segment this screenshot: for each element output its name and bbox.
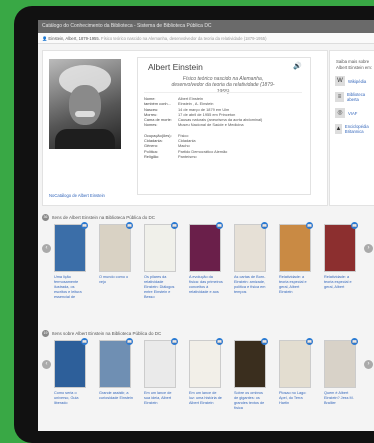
book-item[interactable]: 📖 Relatividade: a teoria especial e geral…: [279, 222, 313, 295]
book-cover[interactable]: 📖: [234, 222, 268, 272]
viaf-icon: ◎: [335, 108, 345, 119]
prev-arrow-icon[interactable]: ‹: [42, 360, 51, 369]
book-caption[interactable]: Em um lance de luz: uma história de Albe…: [189, 391, 223, 406]
britannica-link[interactable]: ▲ Enciclopédia Britannica: [335, 124, 374, 135]
book-caption[interactable]: O mundo como o vejo: [99, 275, 133, 285]
book-cover[interactable]: 📖: [99, 338, 133, 388]
carousel-title: Itens sobre Albert Einstein na Bibliotec…: [52, 330, 162, 336]
book-format-icon: 📖: [306, 338, 313, 345]
person-name: Albert Einstein: [148, 62, 203, 72]
book-format-icon: 📖: [171, 222, 178, 229]
breadcrumb-person[interactable]: Einstein, Albert, 1879-1955.: [48, 36, 99, 41]
book-item[interactable]: 📖 Quem é Albert Einstein? Jess M. Brallie…: [324, 338, 358, 406]
book-caption[interactable]: Em um lance de sua ideia, Albert Einstei…: [144, 391, 178, 406]
prev-arrow-icon[interactable]: ‹: [42, 244, 51, 253]
open-library-link[interactable]: ≡ Biblioteca aberta: [335, 92, 374, 103]
book-format-icon: 📖: [261, 338, 268, 345]
count-badge: 19: [42, 329, 49, 337]
book-item[interactable]: 📖 Em um lance de sua ideia, Albert Einste…: [144, 338, 178, 406]
library-icon: ≡: [335, 92, 344, 103]
audio-icon[interactable]: 🔊: [293, 62, 302, 70]
book-item[interactable]: 📖 A evolução da física: das primeiros con…: [189, 222, 223, 295]
next-arrow-icon[interactable]: ›: [364, 244, 373, 253]
book-item[interactable]: 📖 Como seria o universo, Guia liberado: [54, 338, 88, 406]
book-format-icon: 📖: [306, 222, 313, 229]
book-item[interactable]: 📖 Uma lição fermosamente ilustrada, os es…: [54, 222, 88, 300]
carousel-by-author: 36 Itens de Albert Einstein na Biblioteca…: [42, 212, 374, 332]
book-format-icon: 📖: [171, 338, 178, 345]
book-item[interactable]: 📖 Relatividade: a teoria especial e geral…: [324, 222, 358, 290]
screen: Catálogo do Conhecimento da Biblioteca -…: [38, 20, 374, 431]
book-item[interactable]: 📖 Plosao no Lago: Apel, do Terra Hartin: [279, 338, 313, 406]
carousel-title: Itens de Albert Einstein na Biblioteca P…: [52, 214, 156, 220]
book-cover[interactable]: 📖: [54, 338, 88, 388]
book-item[interactable]: 📖 Em um lance de luz: uma história de Alb…: [189, 338, 223, 406]
next-arrow-icon[interactable]: ›: [364, 360, 373, 369]
book-item[interactable]: 📖 Grande assistir, a curiosidade Einstein: [99, 338, 133, 401]
book-format-icon: 📖: [126, 338, 133, 345]
book-caption[interactable]: As cartas de Born-Einstein: amizade, pol…: [234, 275, 268, 295]
book-format-icon: 📖: [261, 222, 268, 229]
profile-card: NoCatálogo de Albert Einstein Albert Ein…: [42, 50, 328, 206]
book-cover[interactable]: 📖: [324, 338, 358, 388]
book-caption[interactable]: Sobre os ombros de gigantes: os grandes …: [234, 391, 268, 411]
facts-list: Nome: Albert Einstein também conh... Einst…: [144, 96, 263, 159]
count-badge: 36: [42, 213, 49, 221]
book-caption[interactable]: A evolução da física: das primeiros conc…: [189, 275, 223, 295]
breadcrumb: 👤 Einstein, Albert, 1879-1955. Físico te…: [38, 33, 374, 44]
britannica-icon: ▲: [335, 124, 342, 135]
book-caption[interactable]: Grande assistir, a curiosidade Einstein: [99, 391, 133, 401]
photo-credit-link[interactable]: NoCatálogo de Albert Einstein: [49, 193, 105, 198]
identity-card: Albert Einstein 🔊 Físico teórico nascido…: [137, 57, 311, 195]
viaf-link[interactable]: ◎ VIAF: [335, 108, 374, 119]
book-cover[interactable]: 📖: [189, 338, 223, 388]
book-format-icon: 📖: [216, 222, 223, 229]
book-caption[interactable]: Plosao no Lago: Apel, do Terra Hartin: [279, 391, 313, 406]
book-cover[interactable]: 📖: [54, 222, 88, 272]
book-format-icon: 📖: [126, 222, 133, 229]
book-format-icon: 📖: [81, 222, 88, 229]
book-cover[interactable]: 📖: [234, 338, 268, 388]
breadcrumb-note: Físico teórico nascido na Alemanha, dese…: [101, 36, 267, 41]
book-cover[interactable]: 📖: [189, 222, 223, 272]
book-caption[interactable]: Os pilares da relatividade Einstein: Diá…: [144, 275, 178, 300]
book-item[interactable]: 📖 O mundo como o vejo: [99, 222, 133, 285]
book-cover[interactable]: 📖: [144, 222, 178, 272]
carousel-about-author: 19 Itens sobre Albert Einstein na Bibliot…: [42, 328, 374, 431]
book-format-icon: 📖: [81, 338, 88, 345]
book-caption[interactable]: Relatividade: a teoria especial e geral,…: [324, 275, 358, 290]
wikipedia-link[interactable]: W Wikipédia: [335, 76, 374, 87]
book-format-icon: 📖: [351, 222, 358, 229]
book-cover[interactable]: 📖: [324, 222, 358, 272]
book-cover[interactable]: 📖: [99, 222, 133, 272]
book-format-icon: 📖: [216, 338, 223, 345]
book-caption[interactable]: Como seria o universo, Guia liberado: [54, 391, 88, 406]
learn-more-panel: Saiba mais sobre Albert Einstein em: W Wi…: [329, 50, 374, 206]
wikipedia-icon: W: [335, 76, 345, 87]
book-cover[interactable]: 📖: [279, 222, 313, 272]
book-cover[interactable]: 📖: [144, 338, 178, 388]
book-item[interactable]: 📖 As cartas de Born-Einstein: amizade, po…: [234, 222, 268, 295]
page-title-bar: Catálogo do Conhecimento da Biblioteca -…: [38, 20, 374, 33]
book-format-icon: 📖: [351, 338, 358, 345]
book-caption[interactable]: Relatividade: a teoria especial e geral,…: [279, 275, 313, 295]
page-title: Catálogo do Conhecimento da Biblioteca -…: [42, 23, 212, 29]
book-item[interactable]: 📖 Sobre os ombros de gigantes: os grandes…: [234, 338, 268, 411]
book-caption[interactable]: Uma lição fermosamente ilustrada, os esc…: [54, 275, 88, 300]
einstein-photo: [49, 59, 121, 149]
book-item[interactable]: 📖 Os pilares da relatividade Einstein: Di…: [144, 222, 178, 300]
learn-more-title: Saiba mais sobre Albert Einstein em:: [336, 59, 373, 70]
book-caption[interactable]: Quem é Albert Einstein? Jess M. Brallier: [324, 391, 358, 406]
book-cover[interactable]: 📖: [279, 338, 313, 388]
